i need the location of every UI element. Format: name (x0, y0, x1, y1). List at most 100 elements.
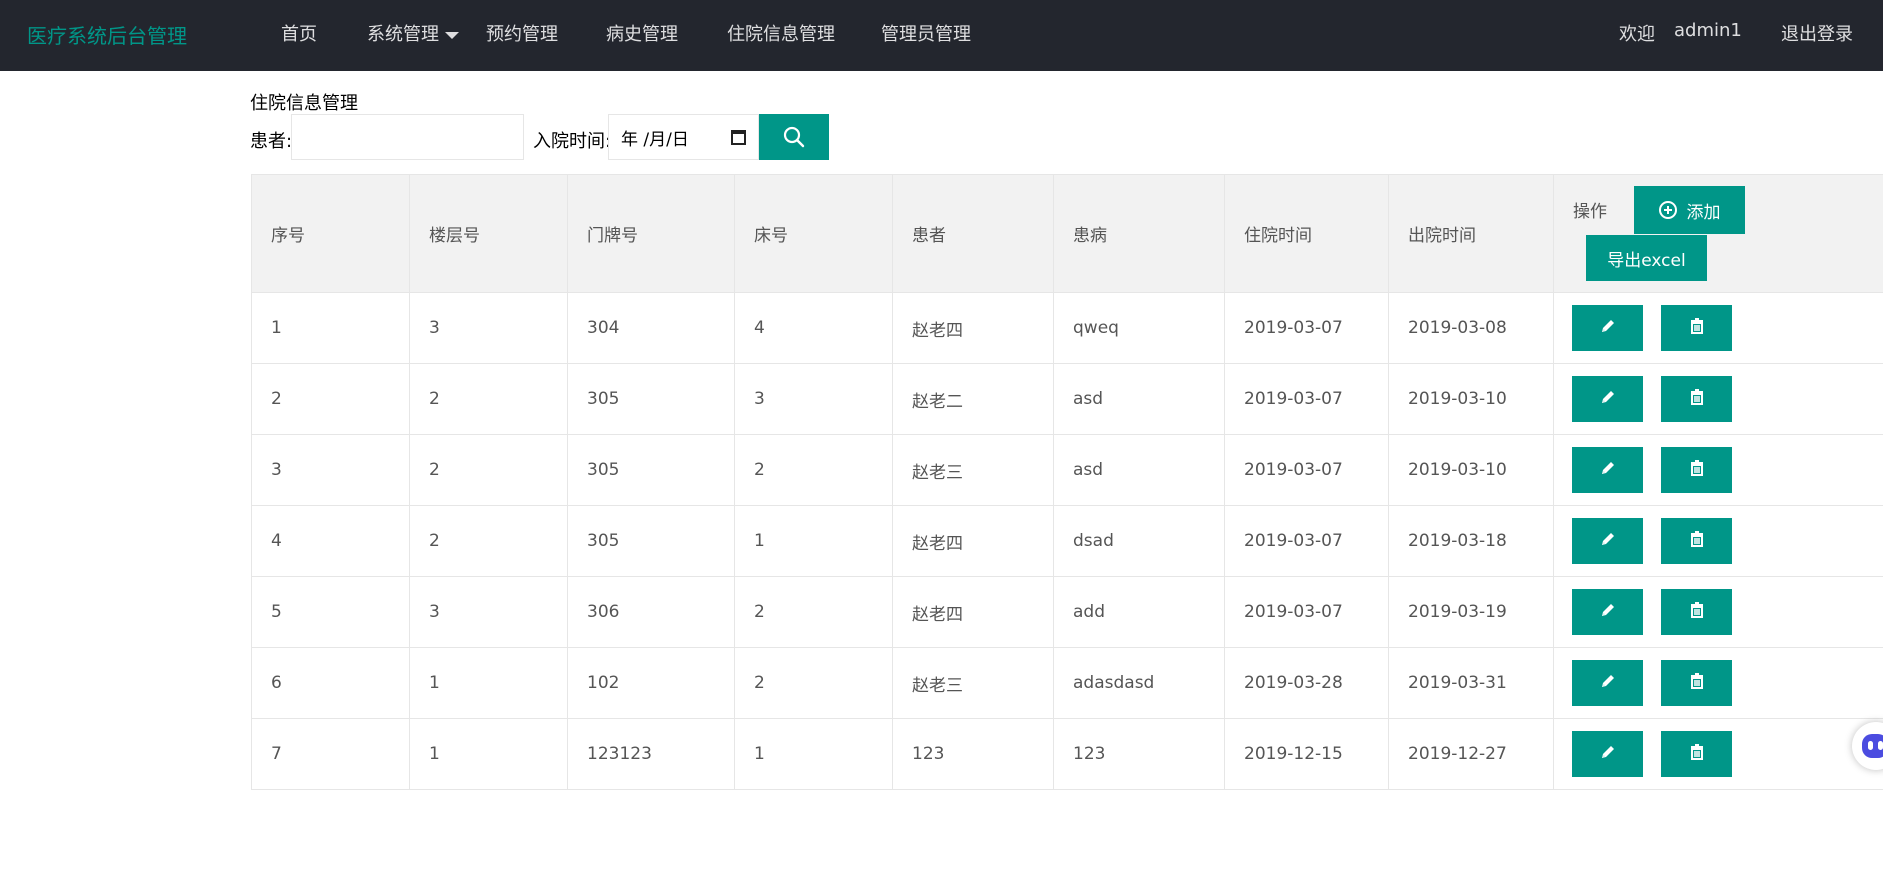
cell-floor: 2 (409, 363, 568, 435)
cell-discharge-time: 2019-03-19 (1388, 576, 1554, 648)
delete-button[interactable] (1661, 305, 1732, 351)
calendar-icon[interactable] (731, 129, 746, 145)
table-row: 4 2 305 1 赵老四 dsad 2019-03-07 2019-03-18 (251, 505, 1883, 577)
cell-index: 7 (251, 718, 410, 790)
cell-actions (1553, 505, 1883, 577)
cell-floor: 3 (409, 292, 568, 364)
cell-disease: asd (1053, 363, 1225, 435)
cell-admission-time: 2019-03-07 (1224, 434, 1389, 506)
pencil-icon (1599, 601, 1617, 624)
cell-bed: 2 (734, 576, 893, 648)
edit-button[interactable] (1572, 660, 1643, 706)
cell-admission-time: 2019-12-15 (1224, 718, 1389, 790)
table-row: 1 3 304 4 赵老四 qweq 2019-03-07 2019-03-08 (251, 292, 1883, 364)
nav-hospitalization-management[interactable]: 住院信息管理 (727, 20, 835, 46)
cell-index: 1 (251, 292, 410, 364)
cell-discharge-time: 2019-03-18 (1388, 505, 1554, 577)
nav-history-management[interactable]: 病史管理 (606, 20, 678, 46)
pencil-icon (1599, 743, 1617, 766)
cell-disease: qweq (1053, 292, 1225, 364)
edit-button[interactable] (1572, 731, 1643, 777)
logout-link[interactable]: 退出登录 (1781, 20, 1853, 46)
table-row: 2 2 305 3 赵老二 asd 2019-03-07 2019-03-10 (251, 363, 1883, 435)
cell-bed: 2 (734, 434, 893, 506)
cell-admission-time: 2019-03-07 (1224, 505, 1389, 577)
pencil-icon (1599, 530, 1617, 553)
cell-floor: 2 (409, 434, 568, 506)
delete-button[interactable] (1661, 589, 1732, 635)
edit-button[interactable] (1572, 518, 1643, 564)
cell-actions (1553, 718, 1883, 790)
table-row: 5 3 306 2 赵老四 add 2019-03-07 2019-03-19 (251, 576, 1883, 648)
delete-button[interactable] (1661, 376, 1732, 422)
cell-index: 5 (251, 576, 410, 648)
cell-patient: 赵老四 (892, 292, 1054, 364)
nav-appointment-management[interactable]: 预约管理 (486, 20, 558, 46)
nav-admin-management[interactable]: 管理员管理 (881, 20, 971, 46)
chevron-down-icon (445, 31, 459, 39)
add-button-label: 添加 (1686, 202, 1721, 223)
nav-system-management-label: 系统管理 (367, 24, 439, 45)
edit-button[interactable] (1572, 447, 1643, 493)
table-row: 6 1 102 2 赵老三 adasdasd 2019-03-28 2019-03-31 (251, 647, 1883, 719)
cell-bed: 1 (734, 505, 893, 577)
admission-date-input[interactable]: 年 /月/日 (608, 114, 759, 160)
cell-room: 305 (567, 434, 735, 506)
nav-system-management[interactable]: 系统管理 (367, 20, 459, 46)
pencil-icon (1599, 459, 1617, 482)
col-header-discharge-time: 出院时间 (1388, 174, 1554, 293)
top-header: 医疗系统后台管理 首页 系统管理 预约管理 病史管理 住院信息管理 管理员管理 … (0, 0, 1883, 71)
actions-label: 操作 (1573, 202, 1607, 222)
cell-admission-time: 2019-03-28 (1224, 647, 1389, 719)
delete-button[interactable] (1661, 518, 1732, 564)
bot-eye-right (1878, 741, 1883, 750)
pencil-icon (1599, 388, 1617, 411)
cell-discharge-time: 2019-03-10 (1388, 434, 1554, 506)
search-icon (783, 126, 805, 148)
cell-admission-time: 2019-03-07 (1224, 292, 1389, 364)
cell-actions (1553, 292, 1883, 364)
page-title: 住院信息管理 (250, 93, 358, 114)
col-header-patient: 患者 (892, 174, 1054, 293)
cell-room: 123123 (567, 718, 735, 790)
cell-patient: 赵老四 (892, 576, 1054, 648)
cell-floor: 2 (409, 505, 568, 577)
patient-input[interactable] (291, 114, 524, 160)
cell-actions (1553, 576, 1883, 648)
cell-disease: adasdasd (1053, 647, 1225, 719)
trash-icon (1688, 601, 1706, 624)
edit-button[interactable] (1572, 376, 1643, 422)
trash-icon (1688, 530, 1706, 553)
cell-room: 306 (567, 576, 735, 648)
cell-discharge-time: 2019-12-27 (1388, 718, 1554, 790)
col-header-admission-time: 住院时间 (1224, 174, 1389, 293)
nav-home[interactable]: 首页 (281, 20, 317, 46)
cell-patient: 赵老四 (892, 505, 1054, 577)
hospitalization-table: 序号 楼层号 门牌号 床号 患者 患病 住院时间 出院时间 操作 添加 导出ex… (251, 174, 1883, 790)
add-button[interactable]: 添加 (1634, 186, 1745, 234)
bot-eye-left (1868, 741, 1873, 750)
cell-index: 3 (251, 434, 410, 506)
search-button[interactable] (759, 114, 829, 160)
col-header-bed: 床号 (734, 174, 893, 293)
delete-button[interactable] (1661, 660, 1732, 706)
username[interactable]: admin1 (1674, 20, 1742, 41)
app-logo[interactable]: 医疗系统后台管理 (27, 20, 187, 49)
edit-button[interactable] (1572, 589, 1643, 635)
col-header-floor: 楼层号 (409, 174, 568, 293)
col-header-index: 序号 (251, 174, 410, 293)
cell-patient: 赵老三 (892, 647, 1054, 719)
hospitalization-table-wrapper: 序号 楼层号 门牌号 床号 患者 患病 住院时间 出院时间 操作 添加 导出ex… (251, 174, 1883, 790)
delete-button[interactable] (1661, 731, 1732, 777)
trash-icon (1688, 743, 1706, 766)
admission-date-label: 入院时间: (533, 131, 612, 152)
trash-icon (1688, 388, 1706, 411)
cell-admission-time: 2019-03-07 (1224, 363, 1389, 435)
edit-button[interactable] (1572, 305, 1643, 351)
delete-button[interactable] (1661, 447, 1732, 493)
cell-room: 305 (567, 363, 735, 435)
table-row: 3 2 305 2 赵老三 asd 2019-03-07 2019-03-10 (251, 434, 1883, 506)
pencil-icon (1599, 672, 1617, 695)
cell-index: 2 (251, 363, 410, 435)
export-excel-button[interactable]: 导出excel (1586, 235, 1707, 281)
